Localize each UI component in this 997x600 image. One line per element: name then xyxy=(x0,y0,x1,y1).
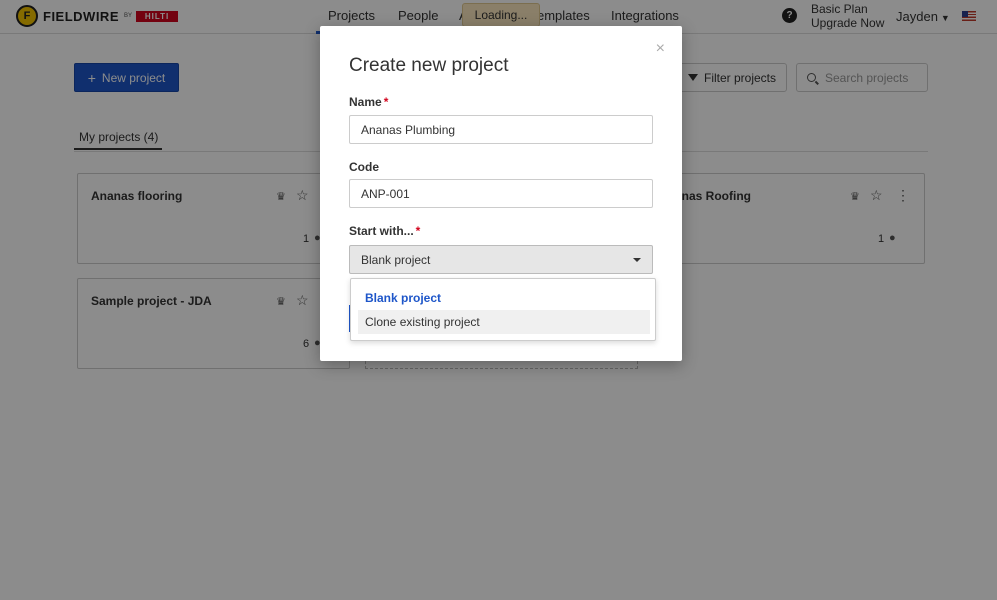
required-mark: * xyxy=(415,224,421,238)
start-with-label: Start with... * xyxy=(349,224,421,238)
name-field[interactable]: Ananas Plumbing xyxy=(349,115,653,144)
code-field[interactable]: ANP-001 xyxy=(349,179,653,208)
caret-down-icon xyxy=(633,258,641,262)
modal-title: Create new project xyxy=(349,55,509,76)
start-with-dropdown: Blank project Clone existing project xyxy=(350,278,656,341)
code-label: Code xyxy=(349,160,379,174)
name-value: Ananas Plumbing xyxy=(361,122,456,137)
required-mark: * xyxy=(383,95,389,109)
close-icon[interactable]: × xyxy=(656,40,665,58)
name-label: Name * xyxy=(349,95,389,109)
start-with-select[interactable]: Blank project xyxy=(349,245,653,274)
start-with-value: Blank project xyxy=(361,252,431,267)
option-blank-project[interactable]: Blank project xyxy=(358,286,650,310)
option-clone-existing-project[interactable]: Clone existing project xyxy=(358,310,650,334)
code-value: ANP-001 xyxy=(361,186,410,201)
